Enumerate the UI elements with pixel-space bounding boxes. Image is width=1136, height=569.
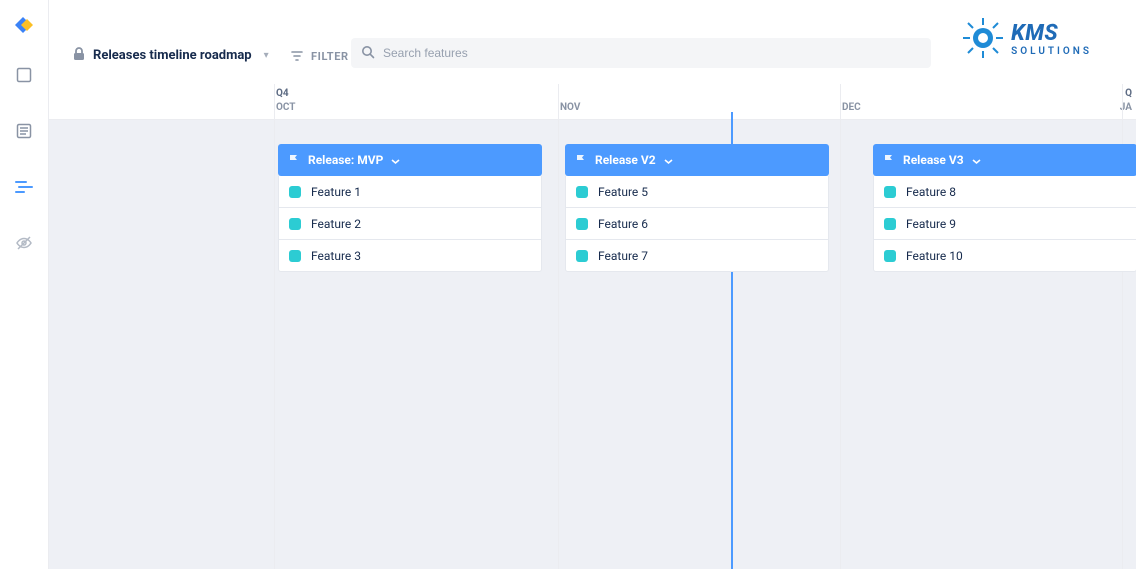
feature-name: Feature 3 [311,249,361,263]
search-icon [361,44,375,63]
feature-card[interactable]: Feature 6 [565,208,829,240]
feature-name: Feature 5 [598,185,648,199]
filter-button[interactable]: FILTER [281,41,359,72]
release-column-mvp: Release: MVP Feature 1 Feature 2 Feature… [278,144,542,272]
release-title: Release V2 [595,153,656,167]
month-divider [840,84,841,569]
brand-logo: KMS SOLUTIONS [963,18,1092,62]
feature-name: Feature 8 [906,185,956,199]
feature-swatch-icon [576,250,588,262]
feature-card[interactable]: Feature 5 [565,176,829,208]
feature-swatch-icon [576,218,588,230]
nav-board-icon[interactable] [13,64,35,86]
feature-name: Feature 7 [598,249,648,263]
feature-card[interactable]: Feature 1 [278,176,542,208]
filter-icon [291,47,303,66]
feature-name: Feature 6 [598,217,648,231]
feature-swatch-icon [289,250,301,262]
chevron-down-icon [664,151,673,170]
left-rail [0,0,49,569]
release-column-v3: Release V3 Feature 8 Feature 9 Feature 1… [873,144,1136,272]
brand-sub: SOLUTIONS [1011,47,1092,57]
feature-swatch-icon [884,186,896,198]
month-dec: DEC [842,102,861,113]
lock-icon [73,46,85,65]
release-header[interactable]: Release V2 [565,144,829,176]
timeline-header: Q4 Q OCT NOV DEC JA [49,84,1136,120]
release-column-v2: Release V2 Feature 5 Feature 6 Feature 7 [565,144,829,272]
feature-card[interactable]: Feature 9 [873,208,1136,240]
page-title-wrap[interactable]: Releases timeline roadmap ▾ [73,46,269,65]
feature-card[interactable]: Feature 8 [873,176,1136,208]
release-title: Release: MVP [308,153,383,167]
release-header[interactable]: Release V3 [873,144,1136,176]
feature-swatch-icon [289,186,301,198]
feature-card[interactable]: Feature 7 [565,240,829,272]
nav-hidden-icon[interactable] [13,232,35,254]
roadmap-board: Release: MVP Feature 1 Feature 2 Feature… [49,120,1136,569]
chevron-down-icon: ▾ [264,50,269,61]
chevron-down-icon [972,151,981,170]
filter-label: FILTER [311,50,349,63]
feature-card[interactable]: Feature 10 [873,240,1136,272]
feature-name: Feature 1 [311,185,361,199]
brand-mark-icon [963,18,1003,62]
release-title: Release V3 [903,153,964,167]
search-field[interactable] [351,38,931,68]
feature-card[interactable]: Feature 2 [278,208,542,240]
flag-icon [883,151,895,170]
release-header[interactable]: Release: MVP [278,144,542,176]
feature-swatch-icon [289,218,301,230]
feature-name: Feature 10 [906,249,963,263]
flag-icon [575,151,587,170]
quarter-label: Q4 [276,88,289,99]
month-divider [558,84,559,569]
page-title: Releases timeline roadmap [93,48,252,63]
brand-name: KMS [1011,23,1092,45]
quarter-label-right: Q [1125,88,1132,99]
nav-list-icon[interactable] [13,120,35,142]
month-nov: NOV [560,102,580,113]
month-divider [274,84,275,569]
feature-name: Feature 9 [906,217,956,231]
app-logo [13,14,35,36]
feature-swatch-icon [576,186,588,198]
month-oct: OCT [276,102,296,113]
flag-icon [288,151,300,170]
search-input[interactable] [383,46,921,60]
nav-timeline-icon[interactable] [13,176,35,198]
feature-card[interactable]: Feature 3 [278,240,542,272]
header: Releases timeline roadmap ▾ FILTER [49,0,1136,84]
feature-swatch-icon [884,218,896,230]
chevron-down-icon [391,151,400,170]
feature-swatch-icon [884,250,896,262]
feature-name: Feature 2 [311,217,361,231]
